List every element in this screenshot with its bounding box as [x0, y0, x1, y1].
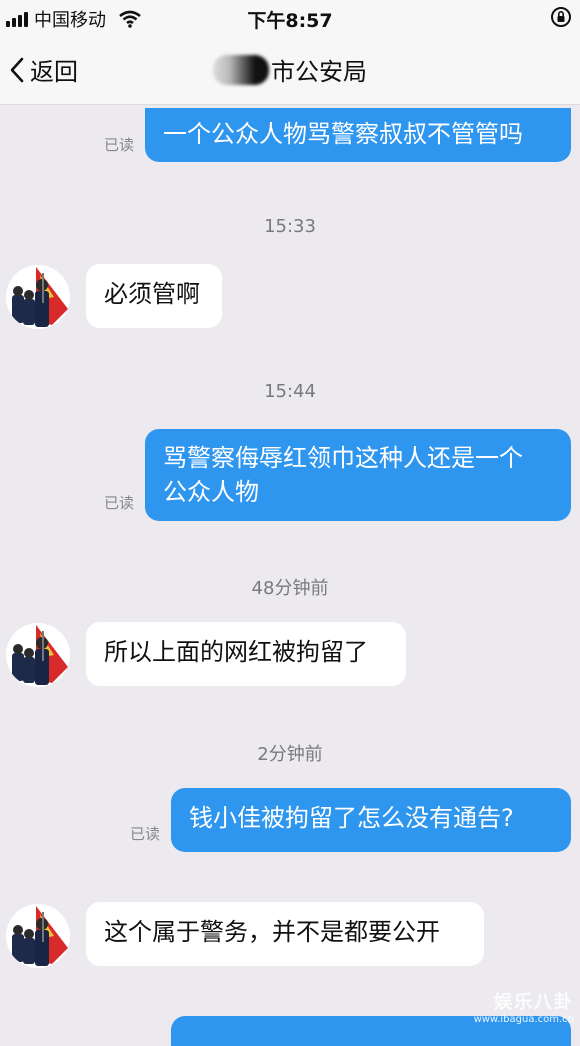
outgoing-message-bubble[interactable]: 骂警察侮辱红领巾这种人还是一个 公众人物: [145, 429, 571, 521]
timestamp: 2分钟前: [257, 744, 323, 765]
police-avatar[interactable]: [6, 265, 70, 329]
police-officers-icon: [12, 625, 68, 685]
watermark-url: www.ibagua.com.cn: [473, 1014, 574, 1025]
message-text: 一个公众人物骂警察叔叔不管管吗: [163, 120, 523, 148]
watermark: 娱乐八卦 www.ibagua.com.cn: [474, 988, 574, 1025]
message-text-line: 公众人物: [163, 478, 259, 506]
police-avatar[interactable]: [6, 623, 70, 687]
message-text: 必须管啊: [104, 280, 200, 308]
timestamp: 15:44: [264, 381, 316, 402]
chat-title: 市公安局: [0, 52, 580, 87]
read-receipt: 已读: [104, 136, 135, 154]
message-text: 这个属于警务，并不是都要公开: [104, 918, 440, 946]
incoming-message-bubble[interactable]: 这个属于警务，并不是都要公开: [86, 902, 484, 966]
outgoing-message-bubble[interactable]: 一个公众人物骂警察叔叔不管管吗: [145, 108, 571, 162]
status-time: 下午8:57: [247, 10, 333, 32]
read-receipt: 已读: [104, 494, 135, 512]
timestamp: 15:33: [264, 216, 316, 237]
message-text-line: 骂警察侮辱红领巾这种人还是一个: [163, 444, 523, 472]
status-bar: 中国移动 下午8:57: [0, 0, 580, 36]
chat-title-text: 市公安局: [271, 58, 367, 86]
message-text: 所以上面的网红被拘留了: [104, 638, 368, 666]
message-text: 钱小佳被拘留了怎么没有通告?: [189, 804, 514, 832]
orientation-lock-icon: [550, 6, 572, 32]
incoming-message-bubble[interactable]: 必须管啊: [86, 264, 222, 328]
police-officers-icon: [12, 906, 68, 966]
police-avatar[interactable]: [6, 904, 70, 968]
timestamp: 48分钟前: [251, 578, 329, 599]
read-receipt: 已读: [130, 825, 161, 843]
incoming-message-bubble[interactable]: 所以上面的网红被拘留了: [86, 622, 406, 686]
outgoing-message-bubble[interactable]: 钱小佳被拘留了怎么没有通告?: [171, 788, 571, 852]
redacted-name: [213, 54, 269, 85]
police-officers-icon: [12, 267, 68, 327]
watermark-text: 娱乐八卦: [494, 992, 574, 1013]
